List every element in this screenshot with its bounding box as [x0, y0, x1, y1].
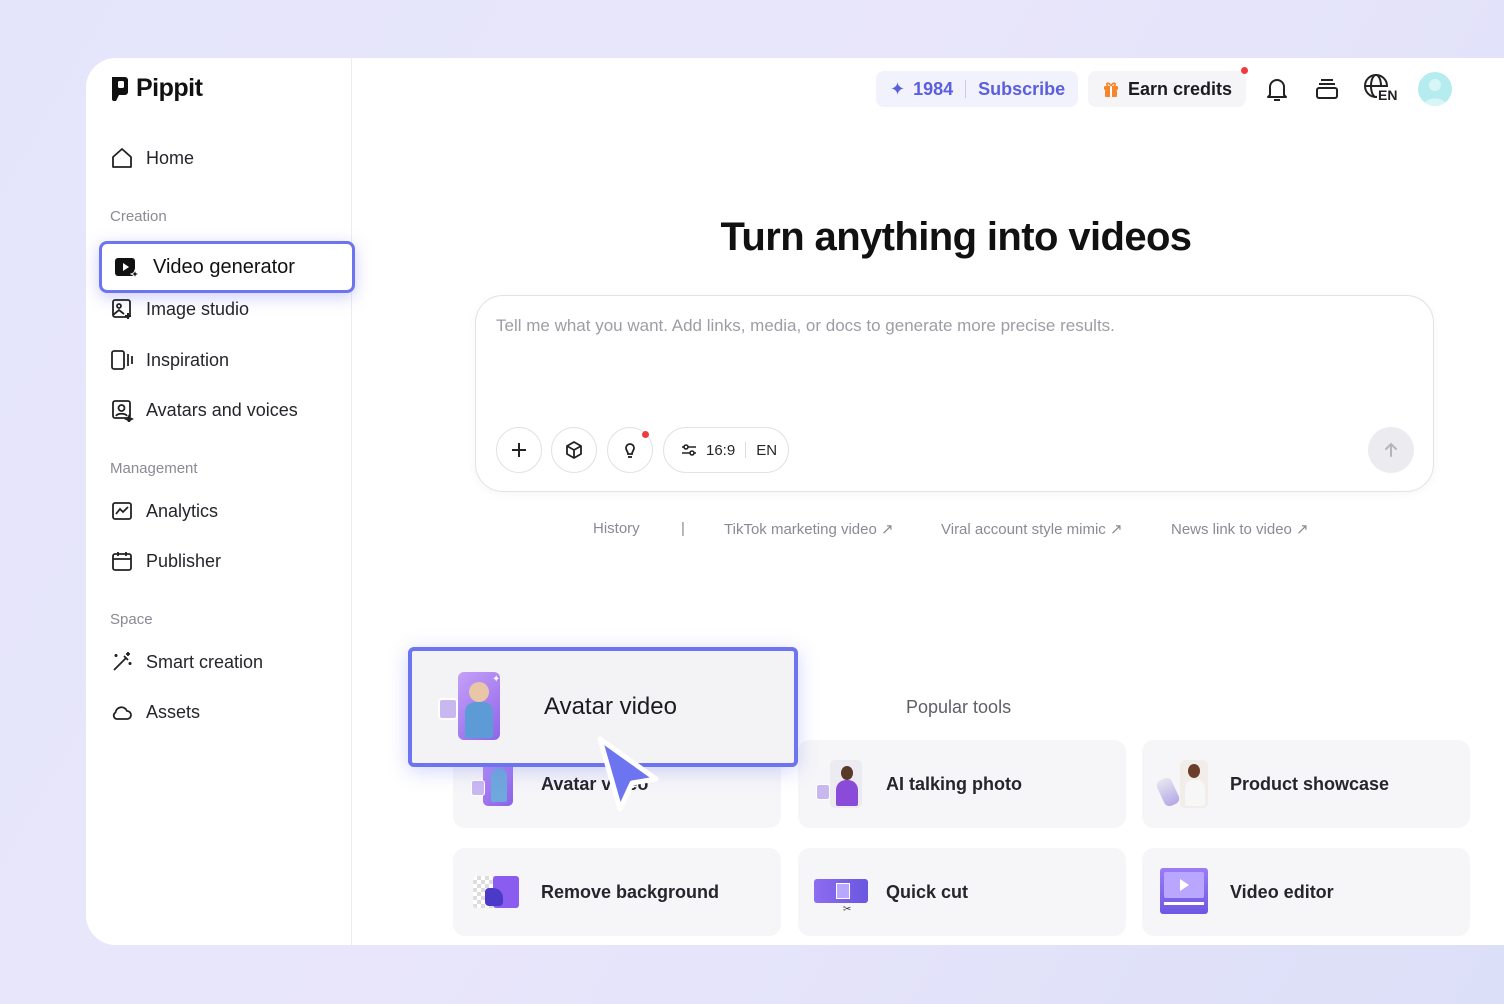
product-button[interactable]: [551, 427, 597, 473]
brand-name: Pippit: [136, 74, 203, 102]
tool-label: Remove background: [541, 881, 720, 902]
remove-background-thumbnail: [469, 866, 521, 918]
sidebar-item-label: Publisher: [146, 550, 222, 571]
sidebar-item-label: Smart creation: [146, 651, 264, 672]
product-showcase-thumbnail: [1154, 758, 1210, 810]
sidebar-item-label: Assets: [146, 701, 201, 722]
plus-icon: [512, 443, 526, 457]
ai-talking-photo-thumbnail: [814, 758, 866, 810]
sidebar: Pippit Home Creation Video generator Ima…: [86, 58, 355, 945]
settings-divider: [745, 442, 747, 458]
magic-wand-icon: [113, 652, 132, 671]
lightbulb-icon: [625, 443, 635, 458]
earn-credits-label: Earn credits: [1128, 78, 1233, 99]
ideas-notification-dot: [642, 431, 649, 438]
tool-card-ai-talking-photo[interactable]: AI talking photo: [798, 740, 1126, 828]
avatar-video-large-thumbnail: ✦: [438, 672, 500, 742]
sidebar-item-image-studio[interactable]: Image studio: [110, 297, 249, 321]
section-label-space: Space: [110, 611, 153, 628]
gift-icon: [1104, 82, 1118, 97]
prompt-input[interactable]: [496, 316, 1396, 336]
video-settings-button[interactable]: 16:9 EN: [663, 427, 789, 473]
sidebar-item-inspiration[interactable]: Inspiration: [110, 348, 229, 372]
cube-icon: [566, 441, 582, 459]
popular-tools-heading: Popular tools: [906, 697, 1012, 717]
arrow-up-icon: [1385, 442, 1397, 457]
sparkle-icon: ✦: [890, 78, 906, 99]
send-button[interactable]: [1368, 427, 1414, 473]
mouse-pointer-icon: [597, 736, 659, 812]
user-avatar-icon: [1423, 79, 1447, 106]
tool-card-product-showcase[interactable]: Product showcase: [1142, 740, 1470, 828]
sidebar-item-publisher[interactable]: Publisher: [110, 549, 221, 573]
tool-label: Product showcase: [1230, 773, 1390, 794]
inspiration-icon: [111, 350, 133, 370]
section-label-creation: Creation: [110, 208, 167, 225]
calendar-icon: [112, 552, 132, 571]
sidebar-item-analytics[interactable]: Analytics: [110, 499, 218, 523]
tool-label: AI talking photo: [886, 773, 1022, 794]
app-window: Pippit Home Creation Video generator Ima…: [86, 58, 1504, 945]
sidebar-item-home[interactable]: Home: [110, 146, 194, 170]
suggestion-tiktok-marketing[interactable]: TikTok marketing video ↗: [724, 520, 894, 538]
image-studio-icon: [112, 299, 131, 319]
subscribe-button[interactable]: Subscribe: [978, 79, 1065, 100]
avatar-video-label: Avatar video: [544, 693, 677, 720]
history-link[interactable]: History: [593, 520, 640, 537]
aspect-ratio-value: 16:9: [706, 441, 736, 459]
pippit-logo[interactable]: Pippit: [110, 74, 203, 103]
sidebar-item-label: Avatars and voices: [146, 399, 298, 420]
sidebar-item-assets[interactable]: Assets: [110, 700, 200, 724]
cloud-icon: [112, 706, 132, 720]
sidebar-item-label: Video generator: [153, 255, 295, 278]
sidebar-item-smart-creation[interactable]: Smart creation: [110, 650, 263, 674]
suggestion-divider: |: [681, 520, 685, 537]
sidebar-item-video-generator[interactable]: Video generator: [99, 241, 355, 293]
language-value: EN: [756, 441, 778, 459]
sliders-icon: [682, 444, 696, 456]
language-badge: EN: [1377, 87, 1399, 103]
earn-credits-button[interactable]: Earn credits: [1088, 71, 1246, 107]
tasks-stack-icon[interactable]: [1312, 74, 1342, 104]
prompt-box: 16:9 EN: [475, 295, 1434, 492]
tool-label: Quick cut: [886, 881, 969, 902]
page-title: Turn anything into videos: [720, 215, 1193, 259]
user-avatar[interactable]: [1418, 72, 1452, 106]
quick-cut-thumbnail: ✂: [814, 866, 868, 918]
language-switcher[interactable]: EN: [1362, 72, 1402, 108]
suggestion-news-link[interactable]: News link to video ↗: [1171, 520, 1309, 538]
video-generator-icon: [115, 258, 141, 280]
section-label-management: Management: [110, 460, 198, 477]
sidebar-item-label: Home: [146, 147, 195, 168]
earn-credits-notification-dot: [1241, 67, 1248, 74]
home-icon: [112, 148, 132, 168]
credits-count: 1984: [913, 78, 954, 99]
pippit-logo-icon: [112, 76, 128, 101]
analytics-icon: [112, 502, 132, 520]
credits-subscribe-pill[interactable]: ✦ 1984 Subscribe: [876, 71, 1078, 107]
sidebar-item-avatars-and-voices[interactable]: Avatars and voices: [110, 398, 298, 422]
suggestion-viral-style[interactable]: Viral account style mimic ↗: [941, 520, 1123, 538]
sidebar-item-label: Inspiration: [146, 349, 230, 370]
avatar-voice-icon: [112, 400, 134, 422]
tool-card-video-editor[interactable]: Video editor: [1142, 848, 1470, 936]
sidebar-item-label: Image studio: [146, 298, 250, 319]
tool-label: Video editor: [1230, 881, 1334, 902]
bell-icon[interactable]: [1262, 74, 1292, 104]
video-editor-thumbnail: [1158, 866, 1210, 918]
tool-card-quick-cut[interactable]: ✂ Quick cut: [798, 848, 1126, 936]
credits-divider: [965, 80, 967, 98]
sidebar-item-label: Analytics: [146, 500, 219, 521]
tool-card-remove-background[interactable]: Remove background: [453, 848, 781, 936]
add-attachment-button[interactable]: [496, 427, 542, 473]
